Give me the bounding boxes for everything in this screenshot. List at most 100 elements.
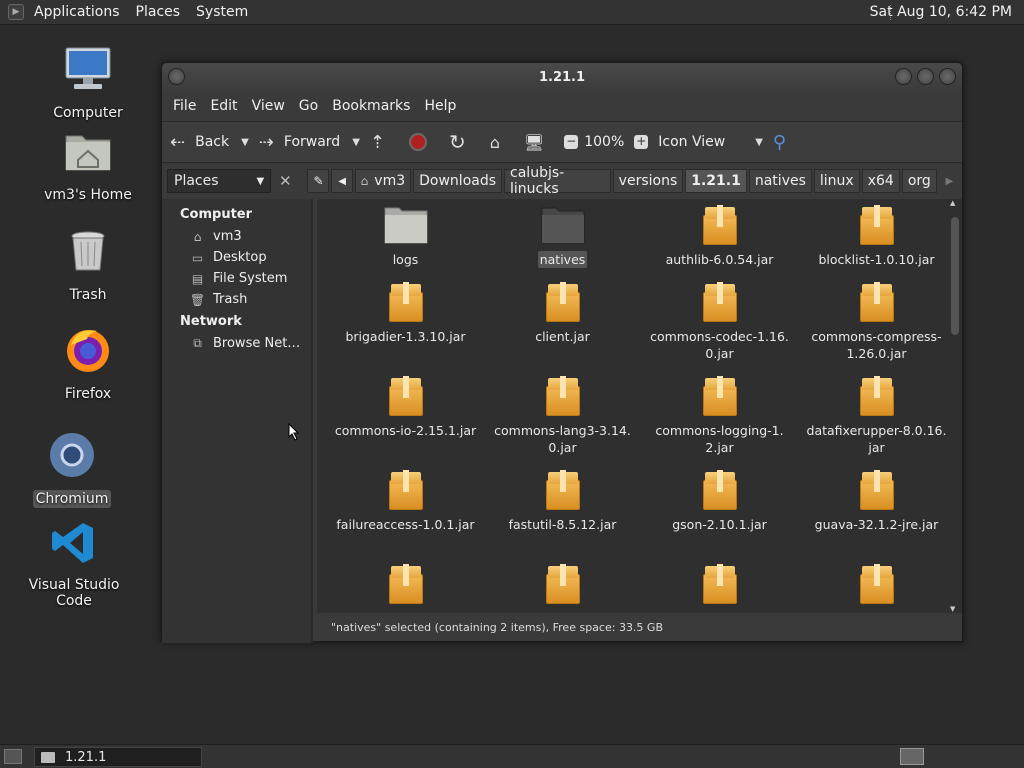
- menu-help[interactable]: Help: [417, 98, 463, 114]
- sidebar-type-select[interactable]: Places ▼: [167, 169, 272, 193]
- clock[interactable]: Sat Aug 10, 6:42 PM: [870, 4, 1012, 20]
- file-item[interactable]: commons-codec-1.16. 0.jar: [641, 282, 798, 376]
- applications-menu[interactable]: Applications: [26, 4, 128, 20]
- sidebar-item-trash[interactable]: 🗑 Trash: [162, 289, 311, 310]
- close-button[interactable]: [939, 68, 956, 85]
- sidebar-item-browse-network[interactable]: ⧉ Browse Net…: [162, 333, 311, 354]
- file-name: gson-2.10.1.jar: [672, 517, 767, 532]
- file-name: guava-32.1.2-jre.jar: [814, 517, 939, 532]
- file-name: authlib-6.0.54.jar: [665, 252, 774, 267]
- menu-file[interactable]: File: [166, 98, 203, 114]
- sidebar-item-vm3[interactable]: ⌂ vm3: [162, 226, 311, 247]
- stop-button[interactable]: [409, 133, 439, 151]
- breadcrumb-calubjs-linucks[interactable]: calubjs-linucks: [504, 165, 611, 197]
- breadcrumb-1-21-1[interactable]: 1.21.1: [685, 169, 747, 193]
- sidebar-item-label: Trash: [213, 292, 248, 307]
- file-icon-view: logs natives authlib-6.0.54.jar blocklist-1…: [317, 199, 962, 613]
- menu-go[interactable]: Go: [292, 98, 325, 114]
- home-icon: ⌂: [193, 229, 202, 244]
- bottom-panel: 1.21.1: [0, 744, 1024, 768]
- file-item[interactable]: icu4j-73.2.jar: [641, 564, 798, 613]
- sidebar-item-label: File System: [213, 271, 288, 286]
- file-item[interactable]: brigadier-1.3.10.jar: [327, 282, 484, 376]
- file-item[interactable]: natives: [484, 205, 641, 282]
- up-button[interactable]: ⇡: [370, 132, 399, 153]
- scroll-up-arrow-icon[interactable]: ▲: [950, 199, 955, 207]
- search-button[interactable]: ⚲: [773, 132, 796, 153]
- breadcrumb-x64[interactable]: x64: [861, 169, 900, 193]
- breadcrumb-label: vm3: [374, 173, 406, 189]
- file-item[interactable]: authlib-6.0.54.jar: [641, 205, 798, 282]
- file-item[interactable]: httpclient-4.5.13.jar: [327, 564, 484, 613]
- trash-icon: [33, 226, 143, 280]
- back-button[interactable]: ⇠ Back ▼: [170, 132, 249, 153]
- toggle-location-entry-button[interactable]: ✎: [307, 169, 330, 193]
- desktop-icon-chromium[interactable]: Chromium: [17, 430, 127, 508]
- desktop-icon-trash[interactable]: Trash: [33, 226, 143, 304]
- menu-edit[interactable]: Edit: [203, 98, 244, 114]
- file-item[interactable]: blocklist-1.0.10.jar: [798, 205, 955, 282]
- forward-button[interactable]: ⇢ Forward ▼: [259, 132, 360, 153]
- taskbar-window-button[interactable]: 1.21.1: [34, 747, 202, 767]
- file-item[interactable]: failureaccess-1.0.1.jar: [327, 470, 484, 564]
- computer-button[interactable]: 🖥: [524, 133, 554, 152]
- chevron-right-icon: ▶: [945, 175, 954, 187]
- file-name: commons-io-2.15.1.jar: [334, 423, 477, 438]
- breadcrumb-scroll-right[interactable]: ▶: [938, 169, 960, 193]
- show-desktop-icon[interactable]: [4, 749, 22, 764]
- breadcrumb-vm3[interactable]: ⌂ vm3: [354, 169, 412, 193]
- breadcrumb-natives[interactable]: natives: [748, 169, 812, 193]
- desktop-icon-home[interactable]: vm3's Home: [33, 126, 143, 204]
- desktop-label: Firefox: [64, 386, 112, 402]
- system-menu[interactable]: System: [188, 4, 256, 20]
- file-item[interactable]: client.jar: [484, 282, 641, 376]
- breadcrumb-org[interactable]: org: [901, 169, 937, 193]
- file-name: logs: [392, 252, 419, 267]
- file-item[interactable]: fastutil-8.5.12.jar: [484, 470, 641, 564]
- main-menu-logo-icon[interactable]: ▶: [8, 4, 24, 20]
- sidebar-item-file-system[interactable]: ▤ File System: [162, 268, 311, 289]
- menu-view[interactable]: View: [245, 98, 292, 114]
- file-item[interactable]: commons-logging-1. 2.jar: [641, 376, 798, 470]
- breadcrumb-versions[interactable]: versions: [612, 169, 684, 193]
- file-item[interactable]: httpcore-4.4.16.jar: [484, 564, 641, 613]
- scroll-down-arrow-icon[interactable]: ▼: [950, 605, 955, 613]
- file-item[interactable]: gson-2.10.1.jar: [641, 470, 798, 564]
- window-titlebar[interactable]: 1.21.1: [162, 63, 962, 91]
- file-item[interactable]: jna-5.14.0.jar: [798, 564, 955, 613]
- desktop-icon-vscode[interactable]: Visual Studio Code: [19, 520, 129, 610]
- file-item[interactable]: commons-compress- 1.26.0.jar: [798, 282, 955, 376]
- breadcrumb-linux[interactable]: linux: [813, 169, 860, 193]
- close-sidebar-icon[interactable]: ✕: [275, 170, 295, 192]
- file-item[interactable]: commons-lang3-3.14. 0.jar: [484, 376, 641, 470]
- view-mode-dropdown-icon[interactable]: ▼: [755, 137, 763, 148]
- window-menu-button[interactable]: [168, 68, 185, 85]
- maximize-button[interactable]: [917, 68, 934, 85]
- places-menu[interactable]: Places: [128, 4, 189, 20]
- network-icon: ⧉: [193, 336, 202, 350]
- places-sidebar: Computer ⌂ vm3 ▭ Desktop ▤ File System 🗑…: [162, 199, 313, 643]
- jar-package-icon: [388, 376, 423, 416]
- breadcrumb-downloads[interactable]: Downloads: [413, 169, 503, 193]
- desktop-icon-firefox[interactable]: Firefox: [33, 325, 143, 403]
- sidebar-item-desktop[interactable]: ▭ Desktop: [162, 247, 311, 268]
- file-item[interactable]: datafixerupper-8.0.16. jar: [798, 376, 955, 470]
- minimize-button[interactable]: [895, 68, 912, 85]
- breadcrumb-scroll-left[interactable]: ◀: [331, 169, 353, 193]
- file-item[interactable]: commons-io-2.15.1.jar: [327, 376, 484, 470]
- vertical-scrollbar[interactable]: ▲ ▼: [950, 199, 960, 613]
- file-item[interactable]: guava-32.1.2-jre.jar: [798, 470, 955, 564]
- scrollbar-thumb[interactable]: [951, 217, 959, 335]
- menu-bookmarks[interactable]: Bookmarks: [325, 98, 417, 114]
- file-item[interactable]: logs: [327, 205, 484, 282]
- home-button[interactable]: ⌂: [490, 133, 514, 152]
- workspace-switcher[interactable]: [900, 748, 924, 765]
- back-history-dropdown-icon[interactable]: ▼: [241, 137, 249, 148]
- zoom-out-button[interactable]: − 100%: [564, 134, 624, 150]
- forward-history-dropdown-icon[interactable]: ▼: [352, 137, 360, 148]
- file-name: brigadier-1.3.10.jar: [345, 329, 466, 344]
- zoom-in-button[interactable]: + Icon View ▼: [634, 134, 763, 150]
- desktop-icon-computer[interactable]: Computer: [33, 44, 143, 122]
- view-mode-label[interactable]: Icon View: [658, 134, 725, 150]
- reload-button[interactable]: ↻: [449, 130, 480, 154]
